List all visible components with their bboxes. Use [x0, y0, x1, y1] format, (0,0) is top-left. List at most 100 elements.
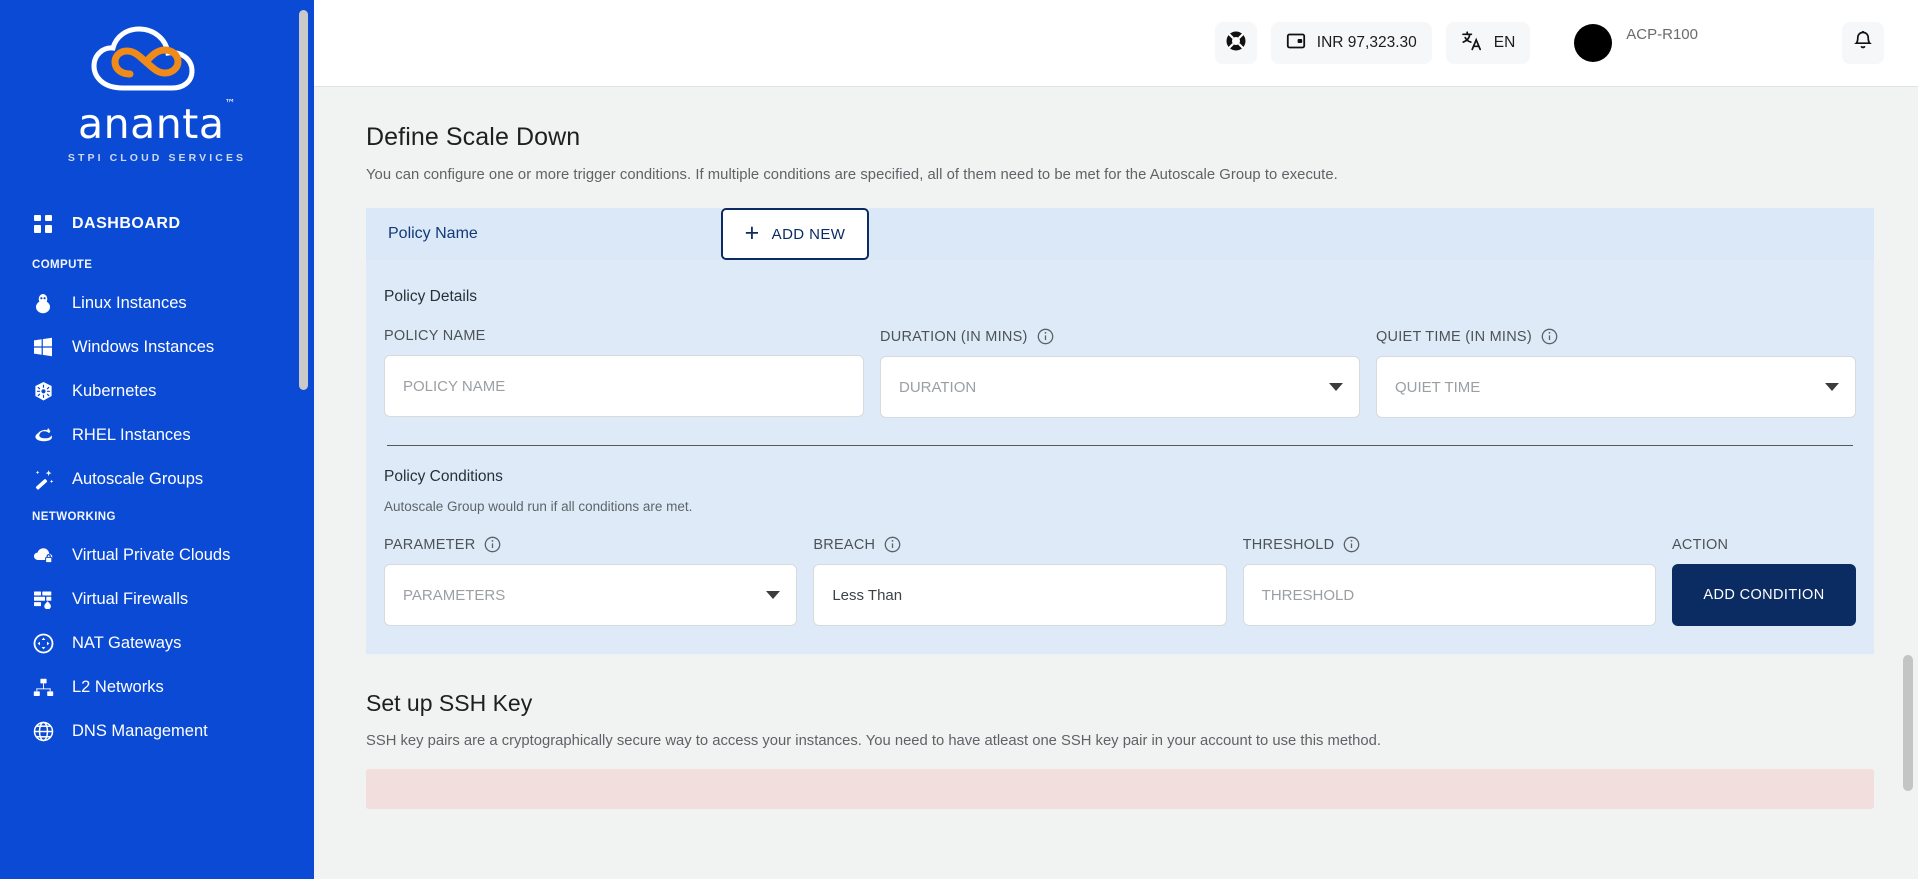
logo-wordmark: ananta™: [78, 98, 236, 145]
label-text: BREACH: [813, 536, 876, 553]
firewall-icon: [32, 588, 54, 610]
add-new-button[interactable]: + ADD NEW: [721, 208, 869, 260]
add-condition-button[interactable]: ADD CONDITION: [1671, 564, 1856, 626]
sidebar-item-l2-networks[interactable]: L2 Networks: [0, 665, 314, 709]
translate-icon: [1461, 30, 1483, 57]
tab-policy-name-label: Policy Name: [388, 225, 478, 242]
tab-policy-name[interactable]: Policy Name: [366, 208, 721, 260]
sidebar-scrollbar-thumb[interactable]: [299, 10, 308, 390]
notifications-button[interactable]: [1842, 22, 1884, 64]
policy-tabs-row: Policy Name + ADD NEW: [366, 208, 1874, 260]
chevron-down-icon: [1825, 383, 1839, 391]
field-action-label: ACTION: [1672, 537, 1856, 553]
field-breach: BREACH Less Than: [813, 536, 1227, 626]
field-parameter-label: PARAMETER: [384, 536, 797, 553]
linux-penguin-icon: [32, 292, 54, 314]
sidebar-item-label: Windows Instances: [72, 337, 215, 356]
parameter-select[interactable]: PARAMETERS: [384, 564, 798, 626]
page-content: Define Scale Down You can configure one …: [314, 87, 1918, 879]
info-icon[interactable]: [484, 536, 501, 553]
policy-conditions-block: Policy Conditions Autoscale Group would …: [384, 468, 1856, 626]
sidebar-item-nat-gateways[interactable]: NAT Gateways: [0, 621, 314, 665]
policy-conditions-title: Policy Conditions: [384, 468, 503, 485]
cloud-lock-icon: [32, 544, 54, 566]
policy-details-fields: POLICY NAME POLICY NAME DURATION (IN MIN…: [384, 328, 1856, 418]
chevron-down-icon: [766, 591, 781, 599]
wallet-icon: [1286, 31, 1306, 56]
duration-select[interactable]: DURATION: [880, 356, 1360, 418]
wallet-balance-button[interactable]: INR 97,323.30: [1270, 22, 1432, 64]
field-duration: DURATION (IN MINS) DURATION: [880, 328, 1360, 418]
sidebar-item-dns-management[interactable]: DNS Management: [0, 709, 314, 753]
topbar-controls: INR 97,323.30 EN ACP-R100: [1214, 22, 1884, 64]
support-button[interactable]: [1214, 22, 1257, 64]
user-menu[interactable]: ACP-R100: [1574, 24, 1698, 62]
grid-icon: [32, 213, 54, 235]
sidebar-item-label: Virtual Private Clouds: [72, 545, 231, 564]
brand-logo[interactable]: ananta™ STPI CLOUD SERVICES: [0, 0, 314, 180]
sidebar-item-windows-instances[interactable]: Windows Instances: [0, 325, 314, 369]
info-icon[interactable]: [884, 536, 901, 553]
network-tree-icon: [32, 676, 54, 698]
nat-gateway-icon: [32, 632, 54, 654]
globe-icon: [32, 720, 54, 742]
field-duration-label: DURATION (IN MINS): [880, 328, 1360, 345]
language-code: EN: [1493, 34, 1516, 51]
section-divider: [387, 445, 1853, 446]
app-root: ananta™ STPI CLOUD SERVICES DASHBOARD CO…: [0, 0, 1918, 879]
label-text: PARAMETER: [384, 536, 476, 553]
field-threshold: THRESHOLD THRESHOLD: [1242, 536, 1656, 626]
sidebar-item-label: DNS Management: [72, 721, 208, 740]
sidebar-section-compute: COMPUTE: [32, 259, 93, 271]
language-selector[interactable]: EN: [1445, 22, 1531, 64]
quiet-time-select[interactable]: QUIET TIME: [1376, 356, 1856, 418]
breach-value: Less Than: [832, 586, 903, 604]
condition-row: PARAMETER PARAMETERS BREACH Less Than TH…: [384, 536, 1856, 626]
threshold-input[interactable]: THRESHOLD: [1242, 564, 1656, 626]
policy-name-input[interactable]: POLICY NAME: [384, 355, 864, 417]
sidebar-item-kubernetes[interactable]: Kubernetes: [0, 369, 314, 413]
add-condition-label: ADD CONDITION: [1703, 587, 1825, 603]
sidebar-item-virtual-firewalls[interactable]: Virtual Firewalls: [0, 577, 314, 621]
placeholder-text: THRESHOLD: [1261, 586, 1355, 604]
placeholder-text: PARAMETERS: [403, 586, 506, 604]
info-icon[interactable]: [1343, 536, 1360, 553]
sidebar-item-label: RHEL Instances: [72, 425, 191, 444]
placeholder-text: POLICY NAME: [403, 377, 506, 395]
page-title: Define Scale Down: [366, 123, 581, 151]
main-scrollbar-thumb[interactable]: [1903, 655, 1913, 791]
main-area: INR 97,323.30 EN ACP-R100 Define Scale D…: [314, 0, 1918, 879]
sidebar-item-label: Autoscale Groups: [72, 469, 204, 488]
sidebar-item-label: Linux Instances: [72, 293, 187, 312]
sidebar: ananta™ STPI CLOUD SERVICES DASHBOARD CO…: [0, 0, 314, 879]
redhat-icon: [32, 424, 54, 446]
breach-field[interactable]: Less Than: [813, 564, 1227, 626]
add-new-label: ADD NEW: [771, 225, 846, 243]
tabs-filler: [869, 208, 1874, 260]
wallet-amount: INR 97,323.30: [1316, 34, 1417, 51]
placeholder-text: DURATION: [899, 378, 977, 396]
label-text: THRESHOLD: [1242, 536, 1335, 553]
field-policy-name: POLICY NAME POLICY NAME: [384, 328, 864, 418]
field-breach-label: BREACH: [813, 536, 1226, 553]
sidebar-item-label: DASHBOARD: [72, 215, 181, 232]
field-policy-name-label: POLICY NAME: [384, 328, 864, 344]
info-icon[interactable]: [1541, 328, 1558, 345]
field-action: ACTION ADD CONDITION: [1671, 537, 1856, 626]
sidebar-item-virtual-private-clouds[interactable]: Virtual Private Clouds: [0, 533, 314, 577]
info-icon[interactable]: [1037, 328, 1054, 345]
plus-icon: +: [744, 218, 760, 247]
logo-subtitle: STPI CLOUD SERVICES: [67, 152, 247, 164]
policy-panel: Policy Details POLICY NAME POLICY NAME D…: [366, 260, 1874, 654]
ssh-section-title: Set up SSH Key: [366, 690, 533, 716]
ananta-cloud-infinity-icon: [91, 26, 195, 91]
sidebar-item-autoscale-groups[interactable]: Autoscale Groups: [0, 457, 314, 501]
ssh-section-description: SSH key pairs are a cryptographically se…: [366, 733, 1381, 749]
sidebar-item-linux-instances[interactable]: Linux Instances: [0, 281, 314, 325]
bell-icon: [1853, 30, 1873, 57]
sidebar-item-rhel-instances[interactable]: RHEL Instances: [0, 413, 314, 457]
sidebar-item-label: Kubernetes: [72, 381, 157, 400]
sidebar-item-dashboard[interactable]: DASHBOARD: [0, 202, 314, 249]
logo-word-text: ananta: [78, 100, 225, 148]
field-threshold-label: THRESHOLD: [1243, 536, 1656, 553]
